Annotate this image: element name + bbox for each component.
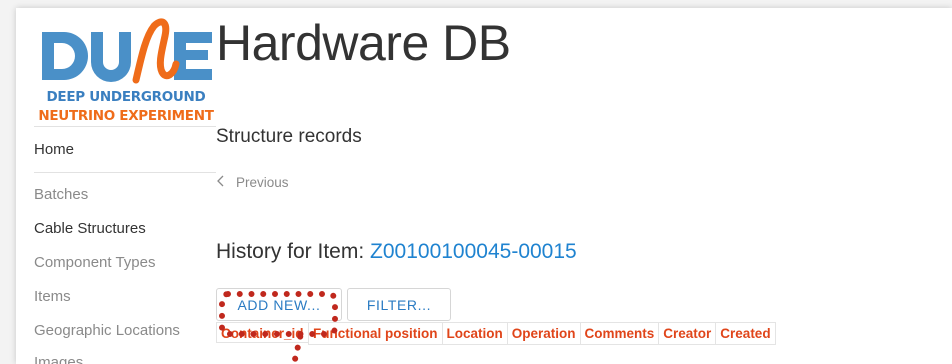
logo-tagline-1: DEEP UNDERGROUND	[46, 89, 206, 105]
column-header-container-id[interactable]: Container_id	[216, 322, 309, 343]
item-id-link[interactable]: Z00100100045-00015	[370, 240, 577, 263]
sidebar-item-home[interactable]: Home	[34, 141, 74, 158]
history-prefix: History for Item:	[216, 240, 371, 263]
column-header-created[interactable]: Created	[715, 322, 776, 345]
sidebar: DEEP UNDERGROUND NEUTRINO EXPERIMENT Hom…	[34, 8, 218, 364]
sidebar-item-geographic-locations[interactable]: Geographic Locations	[34, 322, 180, 339]
filter-button[interactable]: FILTER...	[347, 288, 451, 321]
sidebar-item-images[interactable]: Images	[34, 354, 83, 364]
app-window: DEEP UNDERGROUND NEUTRINO EXPERIMENT Hom…	[16, 8, 952, 364]
page-title: Hardware DB	[216, 15, 511, 71]
sidebar-divider	[34, 172, 216, 173]
column-header-comments[interactable]: Comments	[579, 322, 660, 345]
section-subtitle: Structure records	[216, 126, 362, 147]
column-header-functional-position[interactable]: Functional position	[308, 322, 443, 345]
previous-link[interactable]: Previous	[216, 175, 289, 190]
column-header-operation[interactable]: Operation	[506, 322, 581, 345]
sidebar-item-component-types[interactable]: Component Types	[34, 254, 155, 271]
column-header-location[interactable]: Location	[441, 322, 508, 345]
sidebar-item-cable-structures[interactable]: Cable Structures	[34, 220, 146, 237]
logo-tagline-2: NEUTRINO EXPERIMENT	[38, 108, 214, 124]
chevron-left-icon	[216, 175, 230, 190]
sidebar-item-batches[interactable]: Batches	[34, 186, 88, 203]
previous-label: Previous	[236, 175, 289, 190]
history-heading: History for Item: Z00100100045-00015	[216, 240, 577, 264]
dune-logo[interactable]: DEEP UNDERGROUND NEUTRINO EXPERIMENT	[34, 14, 218, 126]
add-new-button[interactable]: ADD NEW...	[216, 288, 342, 321]
sidebar-divider	[34, 126, 216, 127]
sidebar-item-items[interactable]: Items	[34, 288, 71, 305]
column-header-creator[interactable]: Creator	[658, 322, 717, 345]
dune-wordmark	[42, 18, 212, 84]
